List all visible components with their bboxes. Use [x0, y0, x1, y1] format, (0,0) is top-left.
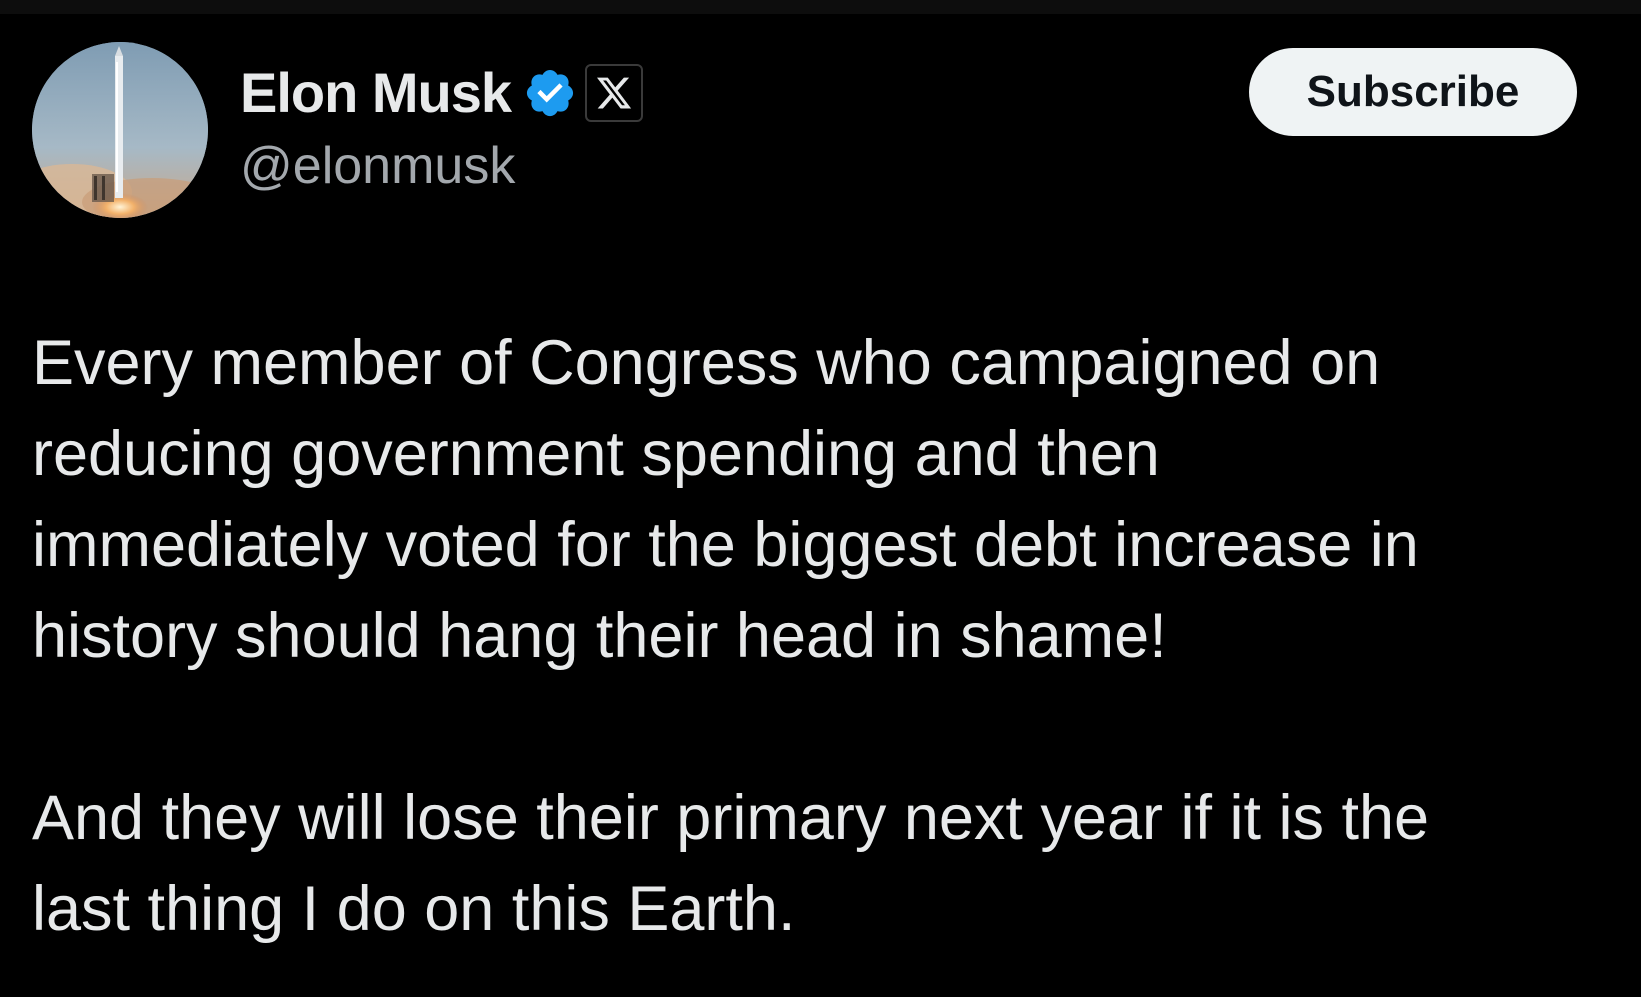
tweet-text: Every member of Congress who campaigned …	[32, 318, 1592, 955]
author-handle[interactable]: @elonmusk	[240, 132, 515, 200]
tweet-paragraph: And they will lose their primary next ye…	[32, 783, 1430, 944]
tweet-card: Elon Musk @elonmusk Subscribe Every memb…	[0, 0, 1641, 997]
verified-badge-icon[interactable]	[523, 66, 577, 120]
x-logo-icon[interactable]	[585, 64, 644, 122]
avatar[interactable]	[32, 42, 208, 218]
subscribe-button[interactable]: Subscribe	[1249, 48, 1577, 136]
author-name-row: Elon Musk	[240, 58, 644, 128]
rocket-launch-avatar-icon	[32, 42, 208, 218]
tweet-paragraph: Every member of Congress who campaigned …	[32, 328, 1419, 671]
author-display-name[interactable]: Elon Musk	[240, 58, 512, 128]
